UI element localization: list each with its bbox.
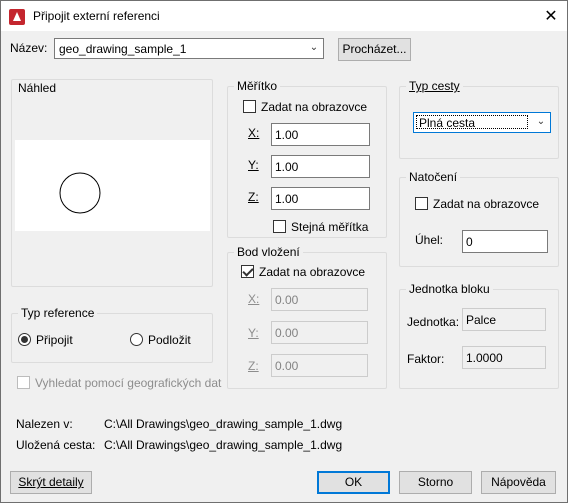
browse-button[interactable]: Procházet... (338, 38, 411, 61)
insertion-z-value: 0.00 (275, 359, 299, 373)
rotation-onscreen-checkbox[interactable] (415, 197, 428, 210)
attach-label: Připojit (36, 333, 73, 347)
scale-group: Měřítko Zadat na obrazovce X: 1.00 Y: 1.… (227, 79, 387, 238)
reference-type-title: Typ reference (18, 306, 98, 320)
factor-label: Faktor: (407, 352, 445, 366)
autocad-app-icon (9, 9, 25, 25)
preview-label: Náhled (18, 81, 57, 95)
angle-label: Úhel: (415, 233, 444, 247)
scale-onscreen-checkbox[interactable] (243, 100, 256, 113)
uniform-scale-label: Stejná měřítka (291, 220, 369, 234)
rotation-onscreen-label: Zadat na obrazovce (433, 197, 540, 211)
scale-y-value: 1.00 (275, 160, 299, 174)
chevron-down-icon: ⌄ (536, 116, 546, 127)
scale-onscreen-label: Zadat na obrazovce (261, 100, 368, 114)
hide-details-button[interactable]: Skrýt detaily (10, 471, 92, 494)
saved-path-label: Uložená cesta: (16, 438, 96, 452)
insertion-z-label: Z: (248, 359, 259, 373)
path-type-title-text: Typ cesty (409, 79, 460, 93)
insertion-x-value: 0.00 (275, 293, 299, 307)
reference-type-group: Typ reference Připojit Podložit (11, 306, 213, 363)
saved-path-value: C:\All Drawings\geo_drawing_sample_1.dwg (104, 438, 343, 452)
angle-value: 0 (466, 235, 473, 249)
insertion-x-input[interactable]: 0.00 (271, 288, 368, 311)
path-type-title: Typ cesty (406, 79, 463, 93)
path-type-value: Plná cesta (416, 115, 528, 129)
insertion-y-input[interactable]: 0.00 (271, 321, 368, 344)
hide-details-label: Skrýt detaily (18, 475, 84, 489)
uniform-scale-checkbox[interactable] (273, 220, 286, 233)
preview-group: Náhled (11, 79, 213, 287)
help-button[interactable]: Nápověda (481, 471, 556, 494)
scale-y-input[interactable]: 1.00 (271, 155, 370, 178)
factor-value: 1.0000 (466, 351, 503, 365)
insertion-z-input[interactable]: 0.00 (271, 354, 368, 377)
scale-z-label: Z: (248, 190, 259, 204)
scale-x-input[interactable]: 1.00 (271, 123, 370, 146)
attach-radio[interactable] (18, 333, 31, 346)
path-type-group: Typ cesty Plná cesta ⌄ (399, 79, 559, 159)
block-unit-group: Jednotka bloku Jednotka: Palce Faktor: 1… (399, 282, 559, 389)
rotation-group: Natočení Zadat na obrazovce Úhel: 0 (399, 170, 559, 267)
geo-locate-label: Vyhledat pomocí geografických dat (35, 376, 222, 390)
name-combobox[interactable]: geo_drawing_sample_1 ⌄ (54, 38, 324, 59)
geo-locate-checkbox[interactable] (17, 376, 30, 389)
name-label: Název: (10, 41, 48, 55)
insertion-point-group: Bod vložení Zadat na obrazovce X: 0.00 Y… (227, 245, 387, 389)
unit-label: Jednotka: (407, 315, 460, 329)
insertion-onscreen-label: Zadat na obrazovce (259, 265, 366, 279)
angle-input[interactable]: 0 (462, 230, 548, 253)
block-unit-title: Jednotka bloku (406, 282, 493, 296)
insertion-onscreen-checkbox[interactable] (241, 265, 254, 278)
overlay-radio[interactable] (130, 333, 143, 346)
preview-drawing (59, 172, 101, 214)
scale-x-value: 1.00 (275, 128, 299, 142)
scale-z-value: 1.00 (275, 192, 299, 206)
rotation-title: Natočení (406, 170, 461, 184)
ok-button[interactable]: OK (317, 471, 390, 494)
scale-z-input[interactable]: 1.00 (271, 187, 370, 210)
path-type-combobox[interactable]: Plná cesta ⌄ (413, 112, 551, 133)
insertion-point-title: Bod vložení (234, 245, 303, 259)
insertion-y-value: 0.00 (275, 326, 299, 340)
preview-canvas (15, 140, 210, 231)
title-bar: Připojit externí referenci ✕ (1, 1, 567, 31)
insertion-x-label: X: (248, 292, 260, 306)
name-value: geo_drawing_sample_1 (59, 42, 187, 56)
dialog-title: Připojit externí referenci (33, 9, 160, 23)
cancel-button[interactable]: Storno (399, 471, 472, 494)
unit-value: Palce (466, 313, 497, 327)
scale-x-label: X: (248, 126, 260, 140)
attach-xref-dialog: Připojit externí referenci ✕ Název: geo_… (0, 0, 568, 503)
chevron-down-icon: ⌄ (309, 42, 319, 53)
close-button[interactable]: ✕ (541, 6, 561, 26)
factor-field: 1.0000 (462, 346, 546, 369)
found-in-label: Nalezen v: (16, 417, 73, 431)
scale-title: Měřítko (234, 79, 281, 93)
unit-field: Palce (462, 308, 546, 331)
found-in-value: C:\All Drawings\geo_drawing_sample_1.dwg (104, 417, 343, 431)
scale-y-label: Y: (248, 158, 259, 172)
preview-circle-shape (59, 172, 101, 214)
insertion-y-label: Y: (248, 326, 259, 340)
overlay-label: Podložit (148, 333, 191, 347)
